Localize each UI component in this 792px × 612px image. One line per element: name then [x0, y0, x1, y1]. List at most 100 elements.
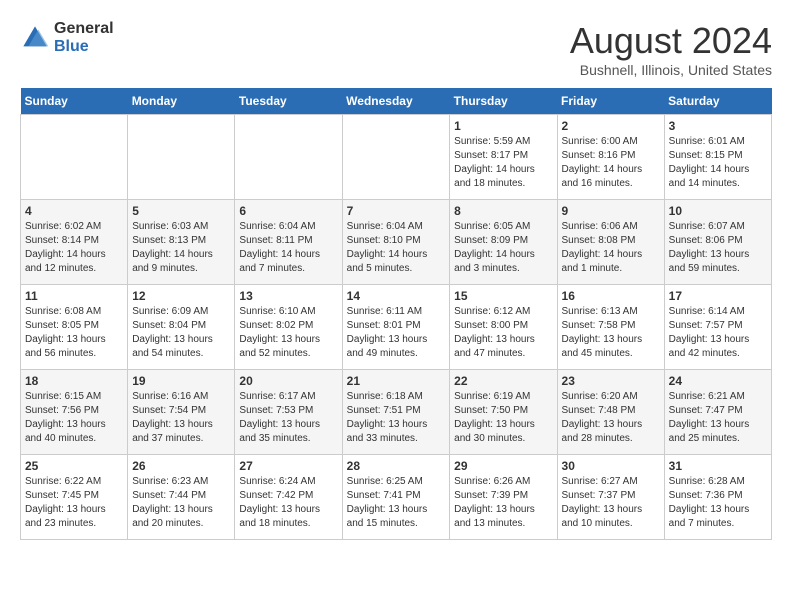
day-info: Sunrise: 6:08 AMSunset: 8:05 PMDaylight:…: [25, 305, 123, 361]
day-number: 17: [669, 289, 767, 303]
calendar-cell: 8 Sunrise: 6:05 AMSunset: 8:09 PMDaylight…: [450, 200, 557, 285]
calendar-table: SundayMondayTuesdayWednesdayThursdayFrid…: [20, 88, 772, 540]
calendar-cell: 6 Sunrise: 6:04 AMSunset: 8:11 PMDaylight…: [235, 200, 342, 285]
day-info: Sunrise: 6:20 AMSunset: 7:48 PMDaylight:…: [562, 390, 660, 446]
calendar-cell: 4 Sunrise: 6:02 AMSunset: 8:14 PMDaylight…: [21, 200, 128, 285]
day-info: Sunrise: 6:23 AMSunset: 7:44 PMDaylight:…: [132, 475, 230, 531]
day-number: 21: [347, 374, 446, 388]
week-row-2: 4 Sunrise: 6:02 AMSunset: 8:14 PMDaylight…: [21, 200, 772, 285]
day-number: 7: [347, 204, 446, 218]
day-number: 26: [132, 459, 230, 473]
logo-blue-text: Blue: [54, 38, 114, 56]
calendar-cell: 3 Sunrise: 6:01 AMSunset: 8:15 PMDaylight…: [664, 115, 771, 200]
day-number: 8: [454, 204, 552, 218]
day-info: Sunrise: 6:10 AMSunset: 8:02 PMDaylight:…: [239, 305, 337, 361]
calendar-cell: 9 Sunrise: 6:06 AMSunset: 8:08 PMDaylight…: [557, 200, 664, 285]
weekday-header-tuesday: Tuesday: [235, 88, 342, 115]
day-info: Sunrise: 6:06 AMSunset: 8:08 PMDaylight:…: [562, 220, 660, 276]
day-info: Sunrise: 6:09 AMSunset: 8:04 PMDaylight:…: [132, 305, 230, 361]
calendar-cell: 10 Sunrise: 6:07 AMSunset: 8:06 PMDayligh…: [664, 200, 771, 285]
calendar-cell: 27 Sunrise: 6:24 AMSunset: 7:42 PMDayligh…: [235, 455, 342, 540]
day-info: Sunrise: 6:07 AMSunset: 8:06 PMDaylight:…: [669, 220, 767, 276]
day-number: 28: [347, 459, 446, 473]
calendar-cell: 22 Sunrise: 6:19 AMSunset: 7:50 PMDayligh…: [450, 370, 557, 455]
day-info: Sunrise: 6:21 AMSunset: 7:47 PMDaylight:…: [669, 390, 767, 446]
day-info: Sunrise: 6:04 AMSunset: 8:11 PMDaylight:…: [239, 220, 337, 276]
day-number: 23: [562, 374, 660, 388]
weekday-header-saturday: Saturday: [664, 88, 771, 115]
title-section: August 2024 Bushnell, Illinois, United S…: [570, 20, 772, 78]
calendar-cell: 30Sunrise: 6:27 AMSunset: 7:37 PMDayligh…: [557, 455, 664, 540]
day-info: Sunrise: 6:12 AMSunset: 8:00 PMDaylight:…: [454, 305, 552, 361]
day-number: 27: [239, 459, 337, 473]
day-info: Sunrise: 6:13 AMSunset: 7:58 PMDaylight:…: [562, 305, 660, 361]
day-info: Sunrise: 6:02 AMSunset: 8:14 PMDaylight:…: [25, 220, 123, 276]
day-info: Sunrise: 6:19 AMSunset: 7:50 PMDaylight:…: [454, 390, 552, 446]
calendar-cell: 15Sunrise: 6:12 AMSunset: 8:00 PMDayligh…: [450, 285, 557, 370]
day-number: 12: [132, 289, 230, 303]
weekday-header-monday: Monday: [128, 88, 235, 115]
day-number: 4: [25, 204, 123, 218]
day-info: Sunrise: 6:05 AMSunset: 8:09 PMDaylight:…: [454, 220, 552, 276]
weekday-header-row: SundayMondayTuesdayWednesdayThursdayFrid…: [21, 88, 772, 115]
calendar-cell: 19Sunrise: 6:16 AMSunset: 7:54 PMDayligh…: [128, 370, 235, 455]
calendar-cell: 26 Sunrise: 6:23 AMSunset: 7:44 PMDayligh…: [128, 455, 235, 540]
day-info: Sunrise: 6:26 AMSunset: 7:39 PMDaylight:…: [454, 475, 552, 531]
day-info: Sunrise: 6:28 AMSunset: 7:36 PMDaylight:…: [669, 475, 767, 531]
logo-text: General Blue: [54, 20, 114, 55]
day-number: 25: [25, 459, 123, 473]
day-info: Sunrise: 6:18 AMSunset: 7:51 PMDaylight:…: [347, 390, 446, 446]
day-info: Sunrise: 6:24 AMSunset: 7:42 PMDaylight:…: [239, 475, 337, 531]
day-number: 2: [562, 119, 660, 133]
day-info: Sunrise: 6:00 AMSunset: 8:16 PMDaylight:…: [562, 135, 660, 191]
weekday-header-wednesday: Wednesday: [342, 88, 450, 115]
calendar-cell: [342, 115, 450, 200]
day-number: 16: [562, 289, 660, 303]
day-number: 13: [239, 289, 337, 303]
logo-icon: [20, 23, 50, 53]
calendar-cell: [235, 115, 342, 200]
header: General Blue August 2024 Bushnell, Illin…: [20, 20, 772, 78]
calendar-cell: 29 Sunrise: 6:26 AMSunset: 7:39 PMDayligh…: [450, 455, 557, 540]
day-info: Sunrise: 6:15 AMSunset: 7:56 PMDaylight:…: [25, 390, 123, 446]
day-info: Sunrise: 6:03 AMSunset: 8:13 PMDaylight:…: [132, 220, 230, 276]
week-row-4: 18 Sunrise: 6:15 AMSunset: 7:56 PMDayligh…: [21, 370, 772, 455]
weekday-header-friday: Friday: [557, 88, 664, 115]
day-number: 5: [132, 204, 230, 218]
day-info: Sunrise: 6:22 AMSunset: 7:45 PMDaylight:…: [25, 475, 123, 531]
day-number: 6: [239, 204, 337, 218]
month-title: August 2024: [570, 20, 772, 62]
day-number: 24: [669, 374, 767, 388]
day-info: Sunrise: 5:59 AMSunset: 8:17 PMDaylight:…: [454, 135, 552, 191]
day-number: 1: [454, 119, 552, 133]
calendar-cell: 1 Sunrise: 5:59 AMSunset: 8:17 PMDaylight…: [450, 115, 557, 200]
calendar-cell: 23 Sunrise: 6:20 AMSunset: 7:48 PMDayligh…: [557, 370, 664, 455]
day-number: 18: [25, 374, 123, 388]
calendar-cell: 31 Sunrise: 6:28 AMSunset: 7:36 PMDayligh…: [664, 455, 771, 540]
day-number: 19: [132, 374, 230, 388]
day-number: 14: [347, 289, 446, 303]
calendar-cell: 17Sunrise: 6:14 AMSunset: 7:57 PMDayligh…: [664, 285, 771, 370]
calendar-cell: 16 Sunrise: 6:13 AMSunset: 7:58 PMDayligh…: [557, 285, 664, 370]
day-info: Sunrise: 6:01 AMSunset: 8:15 PMDaylight:…: [669, 135, 767, 191]
day-number: 31: [669, 459, 767, 473]
calendar-cell: 7Sunrise: 6:04 AMSunset: 8:10 PMDaylight…: [342, 200, 450, 285]
calendar-cell: 2 Sunrise: 6:00 AMSunset: 8:16 PMDaylight…: [557, 115, 664, 200]
day-number: 9: [562, 204, 660, 218]
calendar-cell: [128, 115, 235, 200]
day-number: 29: [454, 459, 552, 473]
day-number: 22: [454, 374, 552, 388]
calendar-cell: 28 Sunrise: 6:25 AMSunset: 7:41 PMDayligh…: [342, 455, 450, 540]
calendar-cell: 12 Sunrise: 6:09 AMSunset: 8:04 PMDayligh…: [128, 285, 235, 370]
day-number: 30: [562, 459, 660, 473]
calendar-cell: 13 Sunrise: 6:10 AMSunset: 8:02 PMDayligh…: [235, 285, 342, 370]
weekday-header-thursday: Thursday: [450, 88, 557, 115]
calendar-cell: 14Sunrise: 6:11 AMSunset: 8:01 PMDayligh…: [342, 285, 450, 370]
day-number: 11: [25, 289, 123, 303]
day-number: 10: [669, 204, 767, 218]
day-info: Sunrise: 6:17 AMSunset: 7:53 PMDaylight:…: [239, 390, 337, 446]
calendar-cell: 11 Sunrise: 6:08 AMSunset: 8:05 PMDayligh…: [21, 285, 128, 370]
day-number: 3: [669, 119, 767, 133]
day-info: Sunrise: 6:25 AMSunset: 7:41 PMDaylight:…: [347, 475, 446, 531]
calendar-cell: 25 Sunrise: 6:22 AMSunset: 7:45 PMDayligh…: [21, 455, 128, 540]
